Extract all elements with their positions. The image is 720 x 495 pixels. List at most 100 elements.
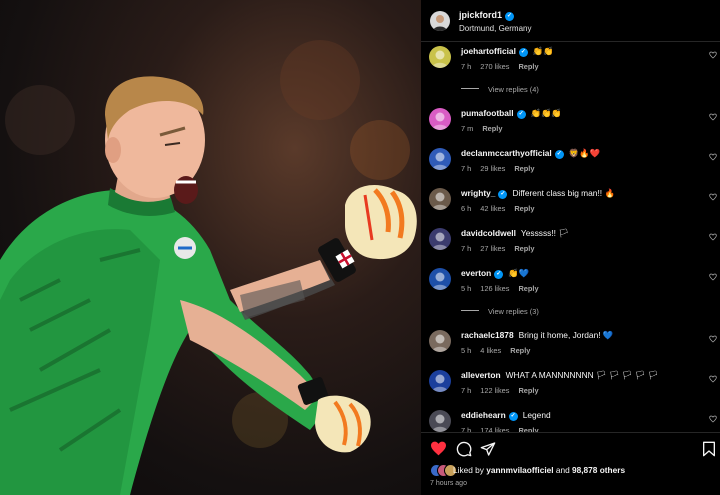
comment-line: eddiehearn ✓ Legend <box>461 410 551 421</box>
likes-count[interactable]: 98,878 others <box>572 465 625 475</box>
post-photo <box>0 0 421 495</box>
comment-username[interactable]: alleverton <box>461 370 501 380</box>
comment-time: 7 h <box>461 164 472 173</box>
comment-heart-icon[interactable] <box>709 193 717 201</box>
comment-time: 7 h <box>461 62 472 71</box>
comment-likes[interactable]: 27 likes <box>480 244 505 253</box>
comment-text: 👏👏👏 <box>530 108 562 118</box>
comment-item: alleverton WHAT A MANNNNNNN 🏳 🏳 🏳 🏳 🏳 7 h 1… <box>421 368 720 402</box>
bookmark-icon[interactable] <box>702 441 716 457</box>
post-username[interactable]: jpickford1 ✓ <box>459 10 515 21</box>
liked-by-user[interactable]: yannmvilaofficiel <box>486 465 553 475</box>
comments-list[interactable]: joehartofficial ✓ 👏👏 7 h 270 likes Reply View … <box>421 42 720 432</box>
comment-username[interactable]: pumafootball <box>461 108 514 118</box>
comment-text: 👏👏 <box>532 46 554 56</box>
comment-meta: 5 h 126 likes Reply <box>461 284 548 293</box>
share-icon[interactable] <box>480 441 496 457</box>
post-actions: Liked by yannmvilaofficiel and 98,878 ot… <box>421 432 720 495</box>
comment-username[interactable]: declanmccarthyofficial <box>461 148 552 158</box>
comment-heart-icon[interactable] <box>709 415 717 423</box>
commenter-avatar[interactable] <box>429 108 451 130</box>
view-replies-button[interactable]: View replies (3) <box>461 307 539 316</box>
reply-button[interactable]: Reply <box>518 386 538 395</box>
verified-badge-icon: ✓ <box>498 190 508 199</box>
reply-button[interactable]: Reply <box>514 204 534 213</box>
comment-heart-icon[interactable] <box>709 273 717 281</box>
post-timestamp[interactable]: 7 hours ago <box>430 480 467 487</box>
comment-heart-icon[interactable] <box>709 51 717 59</box>
commenter-avatar[interactable] <box>429 268 451 290</box>
comment-text: Yesssss!! 🏳 <box>520 228 569 238</box>
comment-item: everton ✓ 👏💙 5 h 126 likes Reply <box>421 266 720 300</box>
comment-item: joehartofficial ✓ 👏👏 7 h 270 likes Reply <box>421 44 720 78</box>
username-text[interactable]: jpickford1 <box>459 10 502 20</box>
comment-time: 5 h <box>461 284 472 293</box>
comment-item: davidcoldwell Yesssss!! 🏳 7 h 27 likes Reply <box>421 226 720 260</box>
commenter-avatar[interactable] <box>429 228 451 250</box>
comment-likes[interactable]: 4 likes <box>480 346 501 355</box>
profile-avatar[interactable] <box>430 11 450 31</box>
commenter-avatar[interactable] <box>429 148 451 170</box>
comment-username[interactable]: wrighty_ <box>461 188 495 198</box>
comment-item: declanmccarthyofficial ✓ 🦁🔥❤️ 7 h 29 likes Re… <box>421 146 720 180</box>
heart-icon[interactable] <box>430 441 447 456</box>
view-replies-label[interactable]: View replies (3) <box>488 307 539 316</box>
reply-button[interactable]: Reply <box>514 244 534 253</box>
post-location[interactable]: Dortmund, Germany <box>459 24 531 33</box>
comment-heart-icon[interactable] <box>709 113 717 121</box>
comment-text: 👏💙 <box>508 268 530 278</box>
comment-icon[interactable] <box>456 441 472 457</box>
comment-line: alleverton WHAT A MANNNNNNN 🏳 🏳 🏳 🏳 🏳 <box>461 370 658 381</box>
commenter-avatar[interactable] <box>429 410 451 432</box>
comment-line: rachaelc1878 Bring it home, Jordan! 💙 <box>461 330 613 341</box>
comment-heart-icon[interactable] <box>709 375 717 383</box>
verified-badge-icon: ✓ <box>505 12 515 21</box>
comment-line: everton ✓ 👏💙 <box>461 268 529 279</box>
comment-heart-icon[interactable] <box>709 153 717 161</box>
comment-likes[interactable]: 270 likes <box>480 62 509 71</box>
comment-heart-icon[interactable] <box>709 335 717 343</box>
comment-time: 7 h <box>461 244 472 253</box>
post-header: jpickford1 ✓ Dortmund, Germany <box>421 0 720 42</box>
reply-button[interactable]: Reply <box>510 346 530 355</box>
comment-username[interactable]: eddiehearn <box>461 410 506 420</box>
verified-badge-icon: ✓ <box>554 150 564 159</box>
replies-divider <box>461 310 479 311</box>
verified-badge-icon: ✓ <box>516 110 526 119</box>
reply-button[interactable]: Reply <box>518 284 538 293</box>
comment-username[interactable]: davidcoldwell <box>461 228 516 238</box>
comment-likes[interactable]: 29 likes <box>480 164 505 173</box>
comment-line: pumafootball ✓ 👏👏👏 <box>461 108 562 119</box>
comment-heart-icon[interactable] <box>709 233 717 241</box>
comment-username[interactable]: rachaelc1878 <box>461 330 514 340</box>
verified-badge-icon: ✓ <box>518 48 528 57</box>
comment-likes[interactable]: 126 likes <box>480 284 509 293</box>
comment-username[interactable]: joehartofficial <box>461 46 516 56</box>
commenter-avatar[interactable] <box>429 370 451 392</box>
verified-badge-icon: ✓ <box>494 270 504 279</box>
comment-meta: 7 h 27 likes Reply <box>461 244 543 253</box>
comment-meta: 5 h 4 likes Reply <box>461 346 539 355</box>
reply-button[interactable]: Reply <box>482 124 502 133</box>
comments-panel: jpickford1 ✓ Dortmund, Germany joehartoff… <box>421 0 720 495</box>
comment-text: 🦁🔥❤️ <box>568 148 601 158</box>
commenter-avatar[interactable] <box>429 46 451 68</box>
liked-by-text: Liked by yannmvilaofficiel and 98,878 ot… <box>453 465 625 475</box>
view-replies-button[interactable]: View replies (4) <box>461 85 539 94</box>
comment-likes[interactable]: 122 likes <box>480 386 509 395</box>
comment-meta: 7 h 29 likes Reply <box>461 164 543 173</box>
comment-text: Bring it home, Jordan! 💙 <box>518 330 614 340</box>
comment-text: Different class big man!! 🔥 <box>512 188 615 198</box>
commenter-avatar[interactable] <box>429 330 451 352</box>
comment-meta: 7 h 122 likes Reply <box>461 386 548 395</box>
comment-text: WHAT A MANNNNNNN 🏳 🏳 🏳 🏳 🏳 <box>505 370 659 380</box>
comment-username[interactable]: everton <box>461 268 491 278</box>
commenter-avatar[interactable] <box>429 188 451 210</box>
liked-by-prefix: Liked by <box>453 465 484 475</box>
comment-likes[interactable]: 42 likes <box>480 204 505 213</box>
reply-button[interactable]: Reply <box>518 62 538 71</box>
replies-divider <box>461 88 479 89</box>
verified-badge-icon: ✓ <box>508 412 518 421</box>
reply-button[interactable]: Reply <box>514 164 534 173</box>
view-replies-label[interactable]: View replies (4) <box>488 85 539 94</box>
